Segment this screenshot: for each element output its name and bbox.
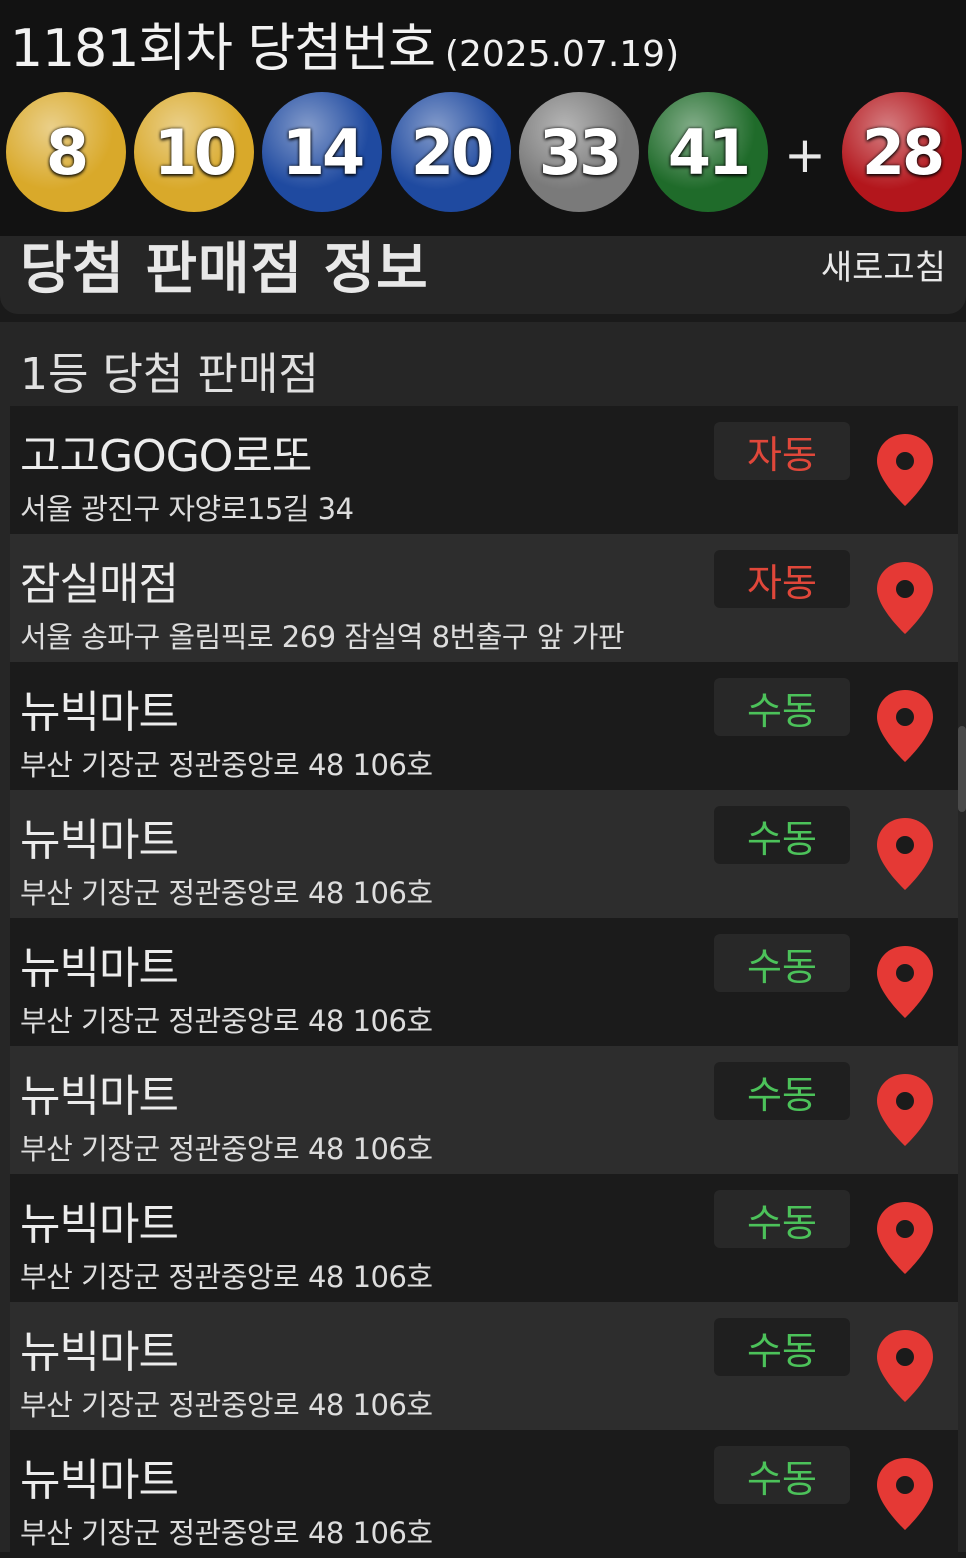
selection-type-badge: 수동	[714, 1190, 850, 1248]
store-address: 서울 송파구 올림픽로 269 잠실역 8번출구 앞 가판	[20, 620, 625, 654]
first-prize-section: 1등 당첨 판매점 고고GOGO로또 서울 광진구 자양로15길 34 자동 잠실매점…	[0, 322, 966, 1558]
store-name: 뉴빅마트	[20, 1199, 179, 1250]
store-address: 부산 기장군 정관중앙로 48 106호	[20, 1260, 433, 1294]
store-address: 부산 기장군 정관중앙로 48 106호	[20, 876, 433, 910]
map-pin-icon[interactable]	[874, 1200, 936, 1276]
store-address: 부산 기장군 정관중앙로 48 106호	[20, 1516, 433, 1550]
store-row[interactable]: 잠실매점서울 송파구 올림픽로 269 잠실역 8번출구 앞 가판 자동	[10, 534, 958, 662]
store-row[interactable]: 뉴빅마트부산 기장군 정관중앙로 48 106호 수동	[10, 918, 958, 1046]
selection-type-badge: 수동	[714, 1318, 850, 1376]
draw-title-line: 1181회차 당첨번호 (2025.07.19)	[10, 6, 679, 81]
selection-type-badge: 자동	[714, 550, 850, 608]
store-name: 뉴빅마트	[20, 815, 179, 866]
number-ball: 14	[262, 92, 382, 212]
store-address: 부산 기장군 정관중앙로 48 106호	[20, 1132, 433, 1166]
store-address: 부산 기장군 정관중앙로 48 106호	[20, 1004, 433, 1038]
bonus-ball: 28	[842, 92, 962, 212]
store-address: 서울 광진구 자양로15길 34	[20, 492, 354, 526]
store-name: 잠실매점	[20, 559, 179, 610]
selection-type-badge: 자동	[714, 422, 850, 480]
store-address: 부산 기장군 정관중앙로 48 106호	[20, 1388, 433, 1422]
store-name: 뉴빅마트	[20, 1327, 179, 1378]
store-row[interactable]: 뉴빅마트부산 기장군 정관중앙로 48 106호 수동	[10, 1430, 958, 1558]
map-pin-icon[interactable]	[874, 688, 936, 764]
store-row[interactable]: 뉴빅마트부산 기장군 정관중앙로 48 106호 수동	[10, 1174, 958, 1302]
store-row[interactable]: 뉴빅마트부산 기장군 정관중앙로 48 106호 수동	[10, 662, 958, 790]
selection-type-badge: 수동	[714, 806, 850, 864]
map-pin-icon[interactable]	[874, 432, 936, 508]
number-ball: 41	[648, 92, 768, 212]
plus-sign: +	[784, 126, 826, 184]
first-prize-title: 1등 당첨 판매점	[20, 349, 319, 400]
selection-type-badge: 수동	[714, 678, 850, 736]
store-name: 뉴빅마트	[20, 1455, 179, 1506]
store-info-title: 당첨 판매점 정보	[20, 237, 429, 302]
refresh-button[interactable]: 새로고침	[821, 240, 946, 289]
store-name: 뉴빅마트	[20, 687, 179, 738]
map-pin-icon[interactable]	[874, 816, 936, 892]
map-pin-icon[interactable]	[874, 1328, 936, 1404]
draw-title: 1181회차 당첨번호	[10, 19, 436, 79]
store-name: 뉴빅마트	[20, 943, 179, 994]
scrollbar-thumb[interactable]	[958, 726, 966, 812]
store-row[interactable]: 고고GOGO로또서울 광진구 자양로15길 34 자동	[10, 406, 958, 534]
store-list: 고고GOGO로또 서울 광진구 자양로15길 34 자동 잠실매점 서울 송파구 올림픽…	[10, 406, 958, 1558]
map-pin-icon[interactable]	[874, 1456, 936, 1532]
number-ball: 20	[391, 92, 511, 212]
store-row[interactable]: 뉴빅마트부산 기장군 정관중앙로 48 106호 수동	[10, 790, 958, 918]
map-pin-icon[interactable]	[874, 560, 936, 636]
draw-date: (2025.07.19)	[444, 34, 680, 75]
store-info-card: 당첨 판매점 정보 새로고침	[0, 236, 966, 314]
store-address: 부산 기장군 정관중앙로 48 106호	[20, 748, 433, 782]
store-row[interactable]: 뉴빅마트부산 기장군 정관중앙로 48 106호 수동	[10, 1302, 958, 1430]
number-ball: 8	[6, 92, 126, 212]
store-name: 뉴빅마트	[20, 1071, 179, 1122]
selection-type-badge: 수동	[714, 1446, 850, 1504]
store-row[interactable]: 뉴빅마트부산 기장군 정관중앙로 48 106호 수동	[10, 1046, 958, 1174]
draw-result-header: 1181회차 당첨번호 (2025.07.19) 8 10 14 20 33 41 + 28	[0, 0, 966, 236]
selection-type-badge: 수동	[714, 1062, 850, 1120]
number-ball: 33	[519, 92, 639, 212]
selection-type-badge: 수동	[714, 934, 850, 992]
number-ball: 10	[134, 92, 254, 212]
store-name: 고고GOGO로또	[20, 431, 312, 482]
map-pin-icon[interactable]	[874, 1072, 936, 1148]
map-pin-icon[interactable]	[874, 944, 936, 1020]
